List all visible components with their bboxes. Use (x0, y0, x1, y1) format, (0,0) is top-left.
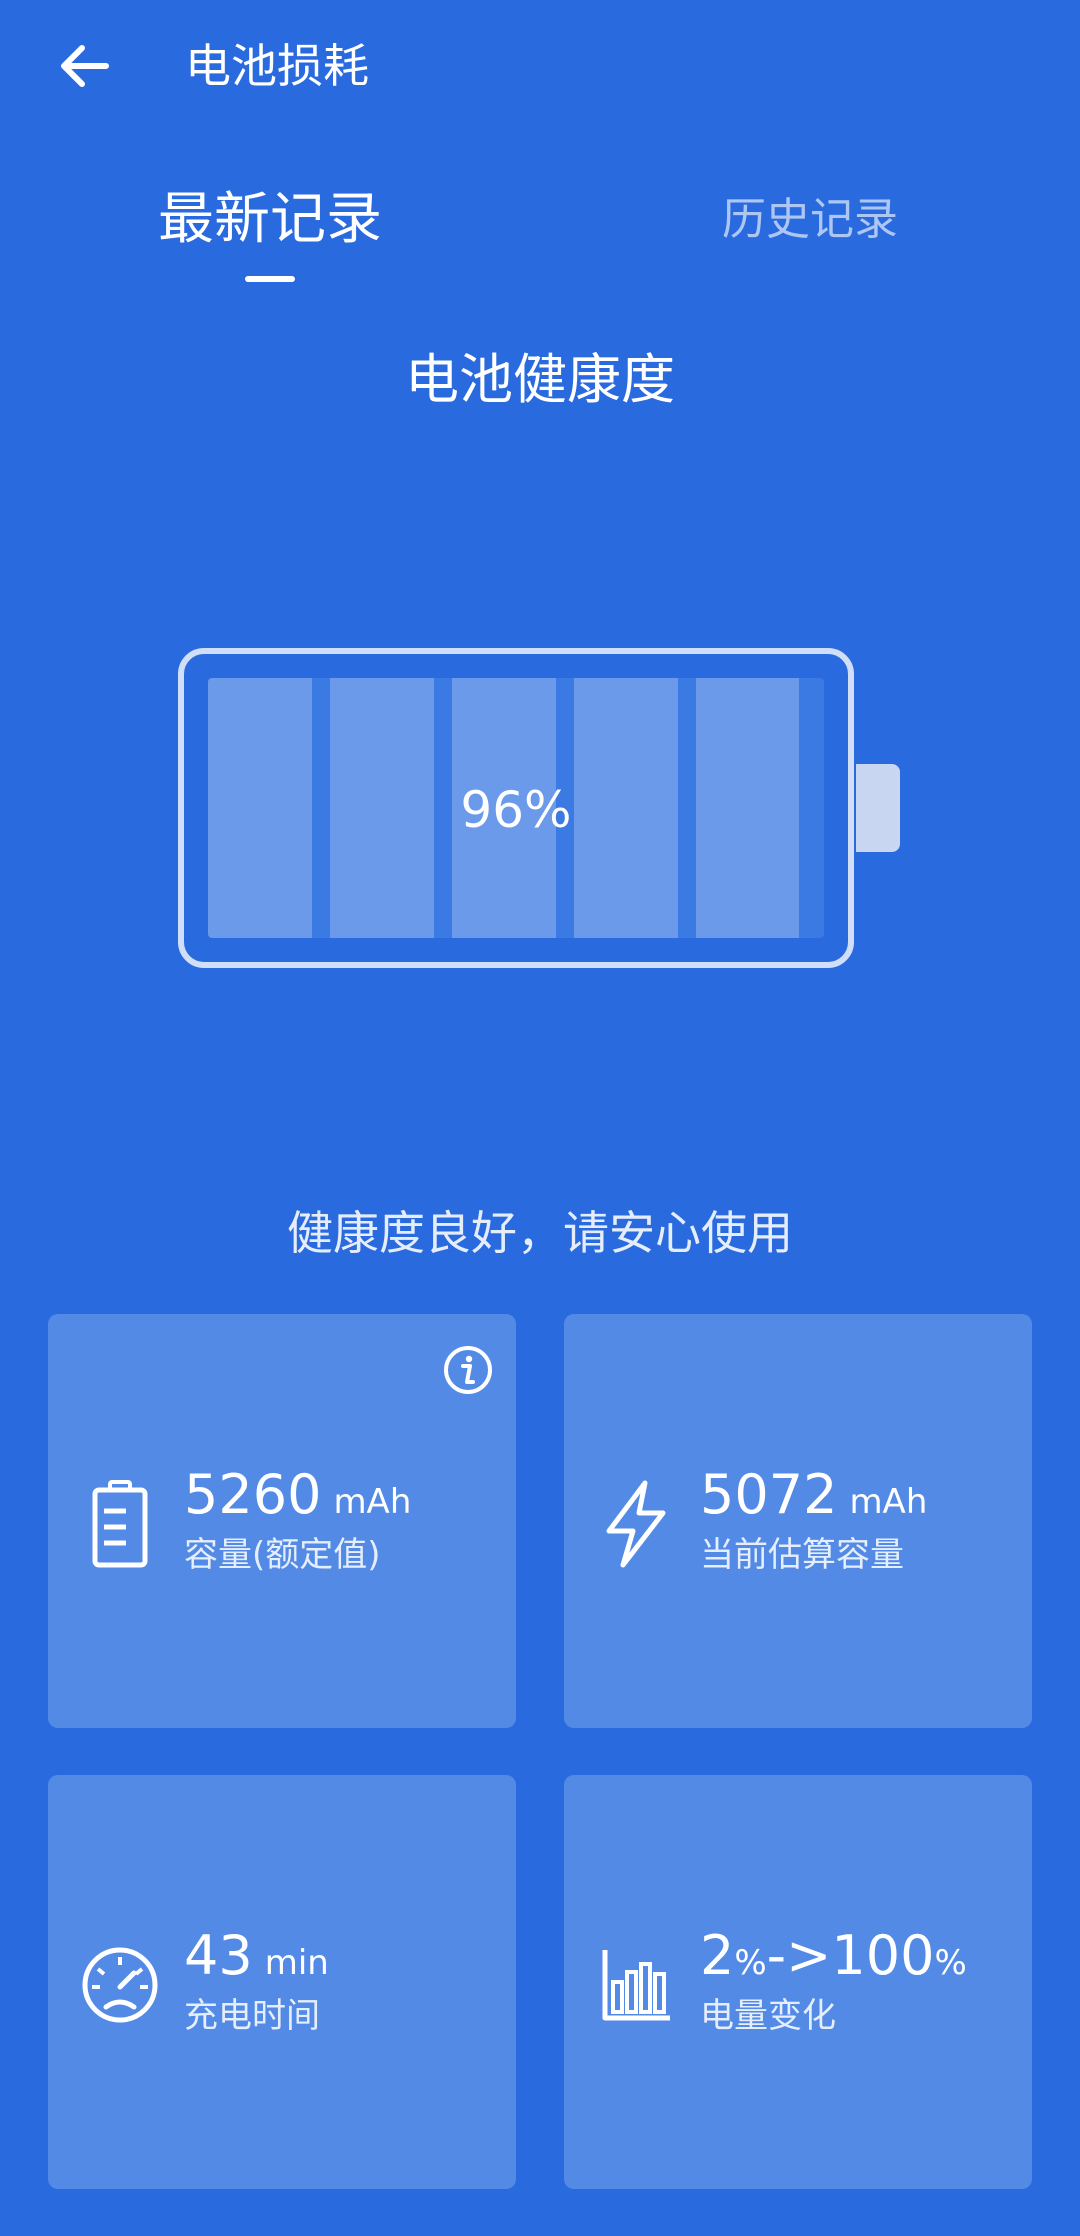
info-icon (444, 1346, 492, 1394)
charge-from-value: 2 (700, 1924, 735, 1987)
card-value-line: 2 % -> 100 % (700, 1925, 967, 1987)
card-icon-wrap (78, 1935, 162, 2035)
card-text: 43 min 充电时间 (184, 1925, 329, 2041)
estimated-capacity-label: 当前估算容量 (700, 1535, 904, 1575)
speedometer-icon (82, 1947, 158, 2023)
card-icon-wrap (594, 1935, 678, 2035)
tab-history-records[interactable]: 历史记录 (690, 180, 930, 290)
charge-from-unit: % (734, 1943, 767, 1983)
battery-health-percent: 96% (460, 781, 572, 839)
charge-change-label: 电量变化 (700, 1996, 836, 2036)
page-title: 电池损耗 (185, 39, 369, 93)
estimated-capacity-unit: mAh (849, 1482, 928, 1522)
info-button[interactable] (442, 1344, 494, 1396)
charging-time-label: 充电时间 (184, 1996, 320, 2036)
charging-time-unit: min (264, 1943, 329, 1983)
estimated-capacity-card: 5072 mAh 当前估算容量 (564, 1314, 1032, 1728)
rated-capacity-label: 容量(额定值) (184, 1535, 381, 1575)
tab-label: 历史记录 (722, 194, 898, 245)
estimated-capacity-value: 5072 (700, 1463, 838, 1526)
battery-document-icon (92, 1480, 148, 1568)
rated-capacity-value: 5260 (184, 1463, 322, 1526)
rated-capacity-unit: mAh (333, 1482, 412, 1522)
rated-capacity-card: 5260 mAh 容量(额定值) (48, 1314, 516, 1728)
health-status-message: 健康度良好，请安心使用 (287, 1206, 793, 1260)
record-tabs: 最新记录 历史记录 (0, 180, 1080, 300)
card-text: 2 % -> 100 % 电量变化 (700, 1925, 967, 2041)
card-value-line: 43 min (184, 1925, 329, 1987)
battery-health-title: 电池健康度 (405, 348, 675, 411)
card-value-line: 5072 mAh (700, 1464, 927, 1526)
card-icon-wrap (78, 1474, 162, 1574)
card-icon-wrap (594, 1474, 678, 1574)
lightning-bolt-icon (606, 1480, 666, 1568)
tab-label: 最新记录 (158, 187, 382, 252)
charge-to-value: 100 (831, 1924, 935, 1987)
charge-to-unit: % (934, 1943, 967, 1983)
battery-terminal (856, 764, 900, 852)
tab-latest-records[interactable]: 最新记录 (158, 180, 382, 290)
card-value-line: 5260 mAh (184, 1464, 411, 1526)
charging-time-card: 43 min 充电时间 (48, 1775, 516, 2189)
card-text: 5072 mAh 当前估算容量 (700, 1464, 927, 1580)
card-text: 5260 mAh 容量(额定值) (184, 1464, 411, 1580)
back-button[interactable] (44, 30, 124, 102)
charge-arrow: -> (766, 1924, 832, 1987)
charging-time-value: 43 (184, 1924, 253, 1987)
back-arrow-icon (61, 45, 109, 87)
tab-active-indicator (245, 276, 295, 282)
charge-change-card: 2 % -> 100 % 电量变化 (564, 1775, 1032, 2189)
bar-chart-icon (602, 1950, 670, 2021)
app-header: 电池损耗 (0, 0, 1080, 140)
